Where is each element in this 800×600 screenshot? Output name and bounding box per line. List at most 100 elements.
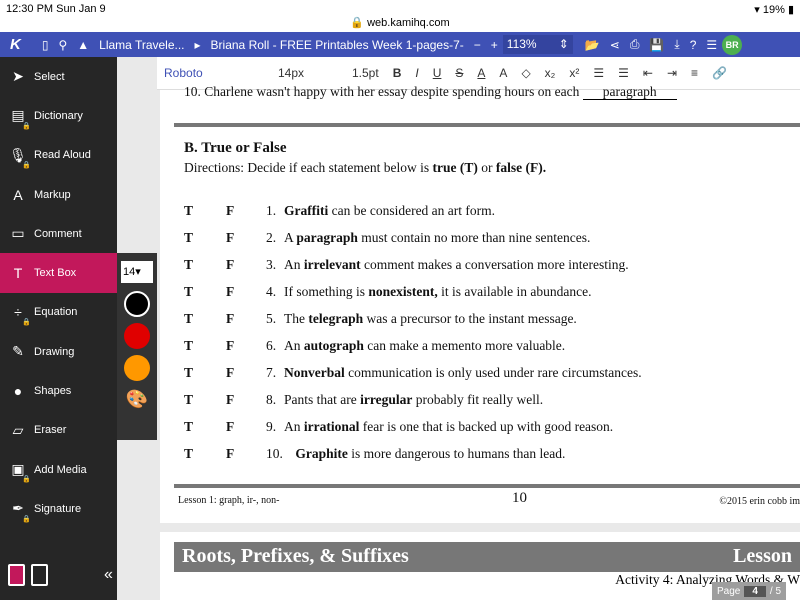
section-title: B. True or False: [184, 140, 287, 156]
link-icon[interactable]: 🔗: [712, 66, 727, 80]
font-size-select[interactable]: 14▾: [121, 261, 153, 283]
outdent-icon[interactable]: ⇤: [643, 66, 653, 80]
true-option[interactable]: T: [184, 392, 226, 408]
question-number: 6.: [266, 338, 277, 353]
question-row: T F 8. Pants that are irregular probably fi…: [184, 392, 543, 408]
true-option[interactable]: T: [184, 203, 226, 219]
false-option[interactable]: F: [226, 446, 266, 462]
text-color-button[interactable]: A: [477, 66, 485, 80]
false-option[interactable]: F: [226, 284, 266, 300]
false-option[interactable]: F: [226, 392, 266, 408]
align-icon[interactable]: ≡: [691, 66, 698, 80]
false-option[interactable]: F: [226, 257, 266, 273]
true-option[interactable]: T: [184, 419, 226, 435]
share-icon[interactable]: ⋖: [610, 38, 620, 52]
help-icon[interactable]: ?: [690, 38, 697, 52]
search-icon[interactable]: ⚲: [58, 38, 67, 52]
false-option[interactable]: F: [226, 203, 266, 219]
highlight-icon: A: [13, 186, 23, 203]
page-input[interactable]: 4: [744, 585, 766, 597]
zoom-out-button[interactable]: −: [474, 38, 481, 52]
true-option[interactable]: T: [184, 230, 226, 246]
true-option[interactable]: T: [184, 338, 226, 354]
question-row: T F 4. If something is nonexistent, it is a…: [184, 284, 591, 300]
color-orange[interactable]: [124, 355, 150, 381]
sidebar-item-shapes[interactable]: ● Shapes: [0, 371, 117, 410]
kami-logo[interactable]: K: [10, 36, 21, 53]
sidebar-item-read-aloud[interactable]: 🎙 Read Aloud 🔒: [0, 136, 117, 175]
color-black[interactable]: [124, 291, 150, 317]
download-icon[interactable]: ⤓: [674, 37, 679, 52]
line-spacing-select[interactable]: 1.5pt: [352, 66, 379, 80]
font-select[interactable]: Roboto: [164, 66, 264, 80]
url-bar[interactable]: 🔒 web.kamihq.com: [0, 16, 800, 29]
sidebar-item-text-box[interactable]: T Text Box: [0, 253, 117, 293]
true-option[interactable]: T: [184, 365, 226, 381]
question-text: fear is one that is backed up with good …: [359, 419, 614, 434]
avatar[interactable]: BR: [722, 34, 743, 55]
collapse-icon[interactable]: «: [104, 566, 113, 584]
question-row: T F 3. An irrelevant comment makes a conver…: [184, 257, 629, 273]
font-size-select[interactable]: 14px: [278, 66, 338, 80]
highlight-button[interactable]: A: [499, 66, 507, 80]
false-option[interactable]: F: [226, 365, 266, 381]
strikethrough-button[interactable]: S: [455, 66, 463, 80]
question-text: Pants that are: [284, 392, 361, 407]
vocab-word: Graffiti: [284, 203, 329, 218]
subscript-button[interactable]: x₂: [545, 66, 556, 80]
save-icon[interactable]: 💾: [649, 38, 664, 52]
sidebar-item-eraser[interactable]: ▱ Eraser: [0, 411, 117, 450]
eraser-icon: ▱: [12, 421, 24, 438]
sidebar-item-drawing[interactable]: ✎ Drawing: [0, 332, 117, 371]
indent-icon[interactable]: ⇥: [667, 66, 677, 80]
lesson-banner: Roots, Prefixes, & Suffixes Lesson: [174, 542, 800, 572]
layout-right-button[interactable]: [31, 564, 48, 586]
false-option[interactable]: F: [226, 230, 266, 246]
sidebar-item-markup[interactable]: A Markup: [0, 175, 117, 214]
drive-icon[interactable]: ▲: [77, 38, 89, 52]
false-option[interactable]: F: [226, 311, 266, 327]
palette-icon[interactable]: 🎨: [117, 389, 157, 410]
true-option[interactable]: T: [184, 284, 226, 300]
false-option[interactable]: F: [226, 338, 266, 354]
sidebar-item-label: Eraser: [34, 424, 67, 437]
question-number: 5.: [266, 311, 277, 326]
zoom-select[interactable]: 113% ⇕: [502, 35, 573, 54]
sidebar-item-add-media[interactable]: ▣ Add Media 🔒: [0, 450, 117, 489]
sidebar-toggle-icon[interactable]: ▯: [42, 38, 49, 52]
sidebar-item-select[interactable]: ➤ Select: [0, 57, 117, 96]
true-option[interactable]: T: [184, 257, 226, 273]
true-option[interactable]: T: [184, 311, 226, 327]
numbered-list-icon[interactable]: ☰: [593, 66, 604, 80]
superscript-button[interactable]: x²: [569, 66, 579, 80]
layout-left-button[interactable]: [8, 564, 25, 586]
sidebar-item-comment[interactable]: ▭ Comment: [0, 214, 117, 253]
bullet-list-icon[interactable]: ☰: [618, 66, 629, 80]
sidebar-item-label: Signature: [34, 502, 82, 515]
print-icon[interactable]: ⎙: [630, 37, 640, 52]
true-option[interactable]: T: [184, 446, 226, 462]
sidebar-item-label: Dictionary: [34, 109, 83, 122]
question-number: 1.: [266, 203, 277, 218]
menu-icon[interactable]: ☰: [706, 38, 717, 52]
sidebar-item-dictionary[interactable]: ▤ Dictionary 🔒: [0, 96, 117, 135]
vocab-word: Graphite: [295, 446, 348, 461]
sidebar-item-equation[interactable]: ÷ Equation 🔒: [0, 293, 117, 332]
question-text: A: [284, 230, 297, 245]
underline-button[interactable]: U: [433, 66, 442, 80]
sidebar-item-signature[interactable]: ✒ Signature 🔒: [0, 489, 117, 528]
question-number: 7.: [266, 365, 277, 380]
folder-icon[interactable]: 📂: [585, 38, 600, 52]
bold-button[interactable]: B: [393, 66, 402, 80]
italic-button[interactable]: I: [415, 66, 418, 80]
document-page-2: Roots, Prefixes, & Suffixes Lesson Activi…: [160, 532, 800, 600]
document-title[interactable]: Briana Roll - FREE Printables Week 1-pag…: [211, 38, 464, 52]
breadcrumb-folder[interactable]: Llama Travele...: [99, 38, 184, 52]
question-row: T F 9. An irrational fear is one that is ba…: [184, 419, 613, 435]
layout-toggle[interactable]: «: [8, 564, 113, 586]
false-option[interactable]: F: [226, 419, 266, 435]
page-indicator[interactable]: Page 4/ 5: [712, 582, 786, 600]
color-red[interactable]: [124, 323, 150, 349]
zoom-in-button[interactable]: +: [491, 38, 498, 52]
fill-icon[interactable]: ◇: [521, 66, 530, 80]
